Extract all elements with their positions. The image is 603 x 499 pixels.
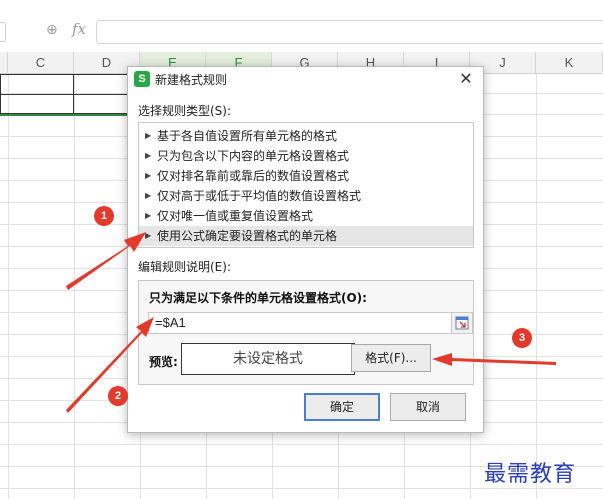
annotation-badge-3: 3: [512, 328, 532, 348]
formula-field[interactable]: =$A1: [148, 312, 454, 334]
new-format-rule-dialog: S 新建格式规则 ✕ 选择规则类型(S): ▶ 基于各自值设置所有单元格的格式 ▶…: [127, 66, 484, 433]
dialog-titlebar[interactable]: S 新建格式规则 ✕: [128, 67, 483, 91]
format-button[interactable]: 格式(F)...: [351, 344, 431, 372]
column-header-partial[interactable]: [0, 52, 8, 74]
expand-triangle-icon: ▶: [145, 151, 152, 160]
selection-highlight: [0, 114, 138, 116]
formula-input[interactable]: [96, 20, 603, 44]
formula-heading: 只为满足以下条件的单元格设置格式(O):: [149, 291, 367, 305]
cancel-button[interactable]: 取消: [390, 393, 466, 421]
watermark: 最需教育: [484, 462, 577, 487]
selected-range[interactable]: [0, 74, 139, 115]
close-icon[interactable]: ✕: [456, 69, 476, 89]
rule-type-item[interactable]: ▶ 仅对唯一值或重复值设置格式: [139, 206, 473, 226]
rule-type-item[interactable]: ▶ 仅对高于或低于平均值的数值设置格式: [139, 186, 473, 206]
ok-button[interactable]: 确定: [304, 393, 380, 421]
preview-label: 预览:: [149, 355, 178, 369]
expand-triangle-icon: ▶: [145, 211, 152, 220]
expand-triangle-icon: ▶: [145, 171, 152, 180]
column-header-k[interactable]: K: [536, 52, 603, 74]
zoom-icon[interactable]: ⊕: [46, 22, 58, 38]
expand-triangle-icon: ▶: [145, 191, 152, 200]
edit-rule-label: 编辑规则说明(E):: [138, 260, 231, 274]
range-select-icon: [455, 316, 469, 330]
rule-type-list[interactable]: ▶ 基于各自值设置所有单元格的格式 ▶ 只为包含以下内容的单元格设置格式 ▶ 仅对排名…: [138, 122, 474, 248]
rule-type-item[interactable]: ▶ 只为包含以下内容的单元格设置格式: [139, 146, 473, 166]
rule-type-item[interactable]: ▶ 基于各自值设置所有单元格的格式: [139, 126, 473, 146]
format-preview: 未设定格式: [181, 343, 355, 375]
expand-triangle-icon: ▶: [145, 231, 152, 240]
annotation-badge-2: 2: [108, 386, 128, 406]
name-box[interactable]: [0, 22, 6, 42]
wps-app-icon: S: [134, 71, 150, 87]
edit-rule-panel: 只为满足以下条件的单元格设置格式(O): =$A1 预览: 未设定格式 格式(F…: [138, 280, 474, 385]
range-select-button[interactable]: [451, 312, 473, 334]
formula-bar: ⊕ fx: [0, 0, 603, 52]
dialog-title: 新建格式规则: [155, 73, 228, 87]
rule-type-item[interactable]: ▶ 仅对排名靠前或靠后的数值设置格式: [139, 166, 473, 186]
expand-triangle-icon: ▶: [145, 131, 152, 140]
rule-type-label: 选择规则类型(S):: [138, 104, 232, 118]
annotation-badge-1: 1: [94, 206, 114, 226]
rule-type-item-selected[interactable]: ▶ 使用公式确定要设置格式的单元格: [139, 226, 473, 246]
fx-icon[interactable]: fx: [72, 20, 86, 38]
column-header-c[interactable]: C: [8, 52, 74, 74]
